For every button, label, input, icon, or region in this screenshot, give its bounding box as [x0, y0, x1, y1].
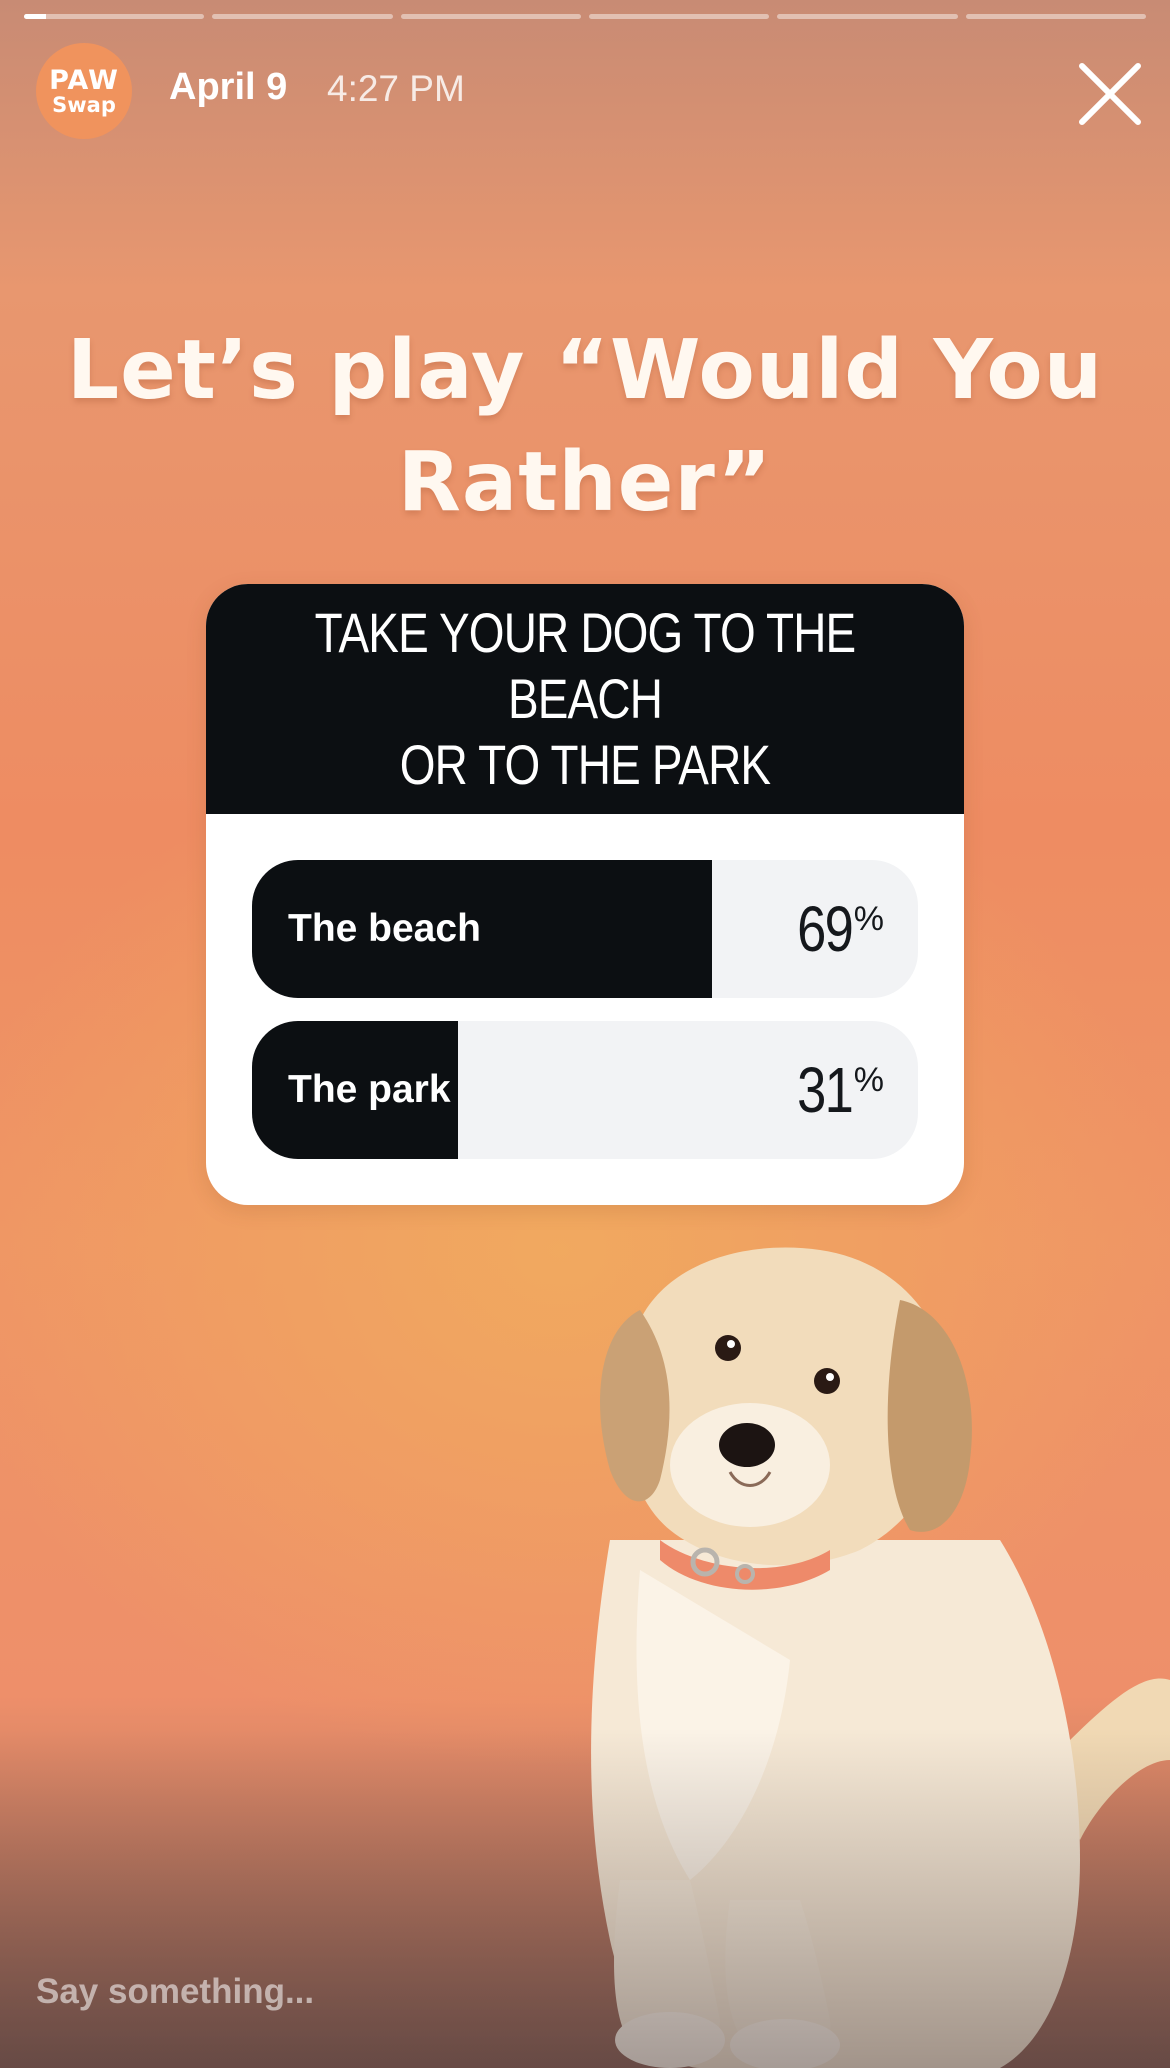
percent-value: 69 — [796, 893, 854, 965]
story-time: 4:27 PM — [327, 68, 465, 109]
reply-input[interactable]: Say something... — [36, 1972, 314, 2012]
progress-segment — [400, 14, 581, 19]
poll-option-percent: 31 % — [785, 1021, 884, 1159]
avatar-logo-line1: PAW — [49, 64, 119, 96]
progress-segment — [24, 14, 205, 19]
story-headline: Let’s play “Would You Rather” — [40, 315, 1130, 539]
poll-option-percent: 69 % — [785, 860, 884, 998]
progress-segment — [212, 14, 393, 19]
story-viewer[interactable]: PAW Swap April 9 4:27 PM Let’s play “Wou… — [0, 0, 1170, 2068]
poll-question: TAKE YOUR DOG TO THE BEACH OR TO THE PAR… — [206, 584, 964, 814]
poll-option-beach[interactable]: The beach 69 % — [252, 860, 918, 998]
poll-sticker: TAKE YOUR DOG TO THE BEACH OR TO THE PAR… — [206, 584, 964, 1205]
story-date: April 9 — [169, 66, 288, 108]
poll-option-park[interactable]: The park 31 % — [252, 1021, 918, 1159]
headline-line-1: Let’s play “Would You — [66, 323, 1104, 418]
progress-segment — [588, 14, 770, 19]
headline-line-2: Rather” — [397, 435, 773, 530]
progress-segment — [777, 14, 958, 19]
percent-sign: % — [853, 899, 884, 938]
progress-segment — [965, 14, 1146, 19]
percent-value: 31 — [796, 1054, 854, 1126]
poll-option-label: The park — [288, 1068, 451, 1111]
story-progress-bar — [24, 14, 1146, 20]
percent-sign: % — [853, 1060, 884, 1099]
puppy-image — [580, 1240, 1170, 2068]
close-icon[interactable] — [1076, 60, 1144, 128]
poll-question-line-1: TAKE YOUR DOG TO THE BEACH — [314, 601, 857, 730]
poll-option-label: The beach — [288, 907, 481, 950]
avatar[interactable]: PAW Swap — [36, 43, 132, 139]
poll-question-line-2: OR TO THE PARK — [399, 733, 771, 796]
avatar-logo-line2: Swap — [52, 92, 116, 117]
